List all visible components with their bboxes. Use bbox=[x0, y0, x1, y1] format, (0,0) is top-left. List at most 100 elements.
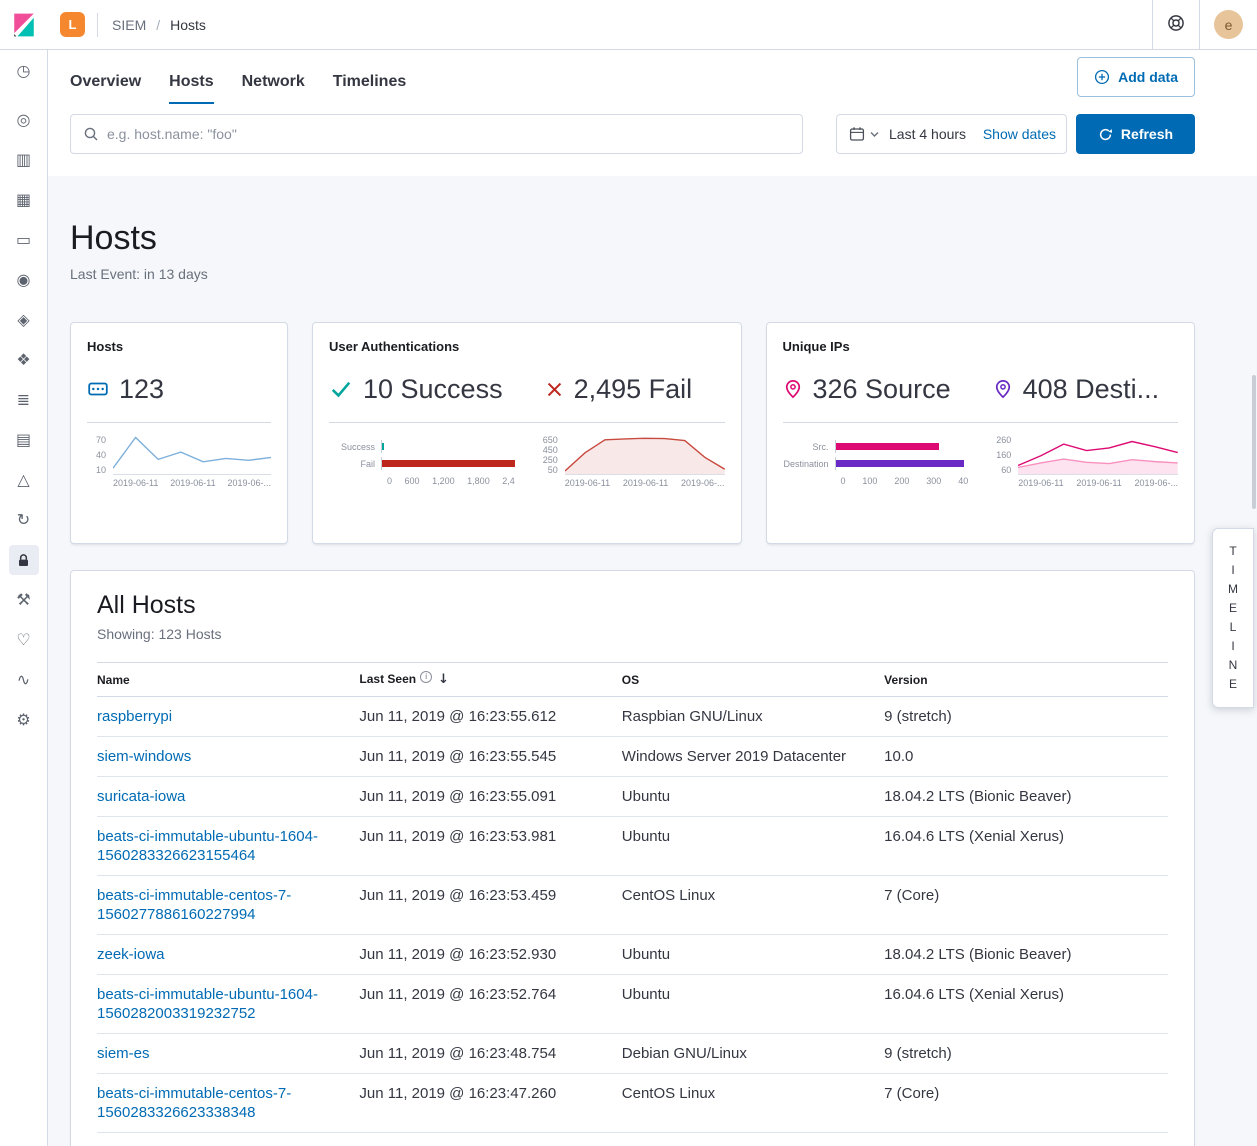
sparkline bbox=[1018, 435, 1178, 475]
nav-infrastructure[interactable]: ▤ bbox=[9, 425, 39, 455]
nav-discover[interactable]: ◎ bbox=[9, 105, 39, 135]
add-data-button[interactable]: Add data bbox=[1077, 57, 1195, 97]
os-cell: Ubuntu bbox=[622, 935, 884, 975]
refresh-button[interactable]: Refresh bbox=[1076, 114, 1195, 154]
column-header-os[interactable]: OS bbox=[622, 663, 884, 697]
timeline-toggle-button[interactable]: TIMELINE bbox=[1212, 528, 1254, 708]
scrollbar-thumb[interactable] bbox=[1252, 375, 1256, 509]
spark-row: 65045025050 bbox=[539, 435, 725, 475]
show-dates-link[interactable]: Show dates bbox=[983, 126, 1056, 142]
source-ips-count: 326 Source bbox=[813, 374, 951, 405]
column-header-last-seen[interactable]: Last Seeni↓ bbox=[359, 663, 621, 697]
nav-siem[interactable] bbox=[9, 545, 39, 575]
host-name-link[interactable]: beats-ci-immutable-centos-7-156027788616… bbox=[97, 887, 291, 923]
kibana-logo[interactable] bbox=[0, 0, 48, 49]
host-name-link[interactable]: beats-ci-immutable-ubuntu-1604-156028332… bbox=[97, 828, 318, 864]
fail-stat: 2,495 Fail bbox=[545, 374, 693, 405]
tab-hosts[interactable]: Hosts bbox=[169, 73, 213, 104]
breadcrumb-app[interactable]: SIEM bbox=[112, 17, 146, 33]
stack-monitoring-icon: ♡ bbox=[16, 632, 30, 648]
avatar[interactable]: e bbox=[1214, 10, 1243, 39]
os-cell: Raspbian GNU/Linux bbox=[622, 697, 884, 737]
host-name-link[interactable]: siem-windows bbox=[97, 748, 191, 765]
nav-uptime[interactable]: ↻ bbox=[9, 505, 39, 535]
lock-icon bbox=[16, 553, 31, 568]
nav-management[interactable]: ⚙ bbox=[9, 705, 39, 735]
machine-learning-icon: ◈ bbox=[17, 312, 29, 328]
nav-apm[interactable]: △ bbox=[9, 465, 39, 495]
nav-logs[interactable]: ≣ bbox=[9, 385, 39, 415]
host-name-link[interactable]: suricata-iowa bbox=[97, 788, 185, 805]
bar-category-label: Success bbox=[329, 442, 381, 452]
y-axis-labels: 65045025050 bbox=[539, 435, 561, 475]
host-name-link[interactable]: raspberrypi bbox=[97, 708, 172, 725]
refresh-label: Refresh bbox=[1121, 126, 1173, 142]
date-range-label[interactable]: Last 4 hours bbox=[889, 126, 975, 142]
tab-network[interactable]: Network bbox=[242, 73, 305, 104]
unique-ips-kpi-card: Unique IPs 326 Source bbox=[766, 322, 1196, 544]
version-cell: 10.0 bbox=[884, 737, 1168, 777]
host-name-link[interactable]: zeek-iowa bbox=[97, 946, 165, 963]
nav-recently-viewed[interactable]: ◷ bbox=[9, 56, 39, 86]
tab-timelines[interactable]: Timelines bbox=[333, 73, 407, 104]
tab-overview[interactable]: Overview bbox=[70, 73, 141, 104]
last-event-subtitle: Last Event: in 13 days bbox=[70, 266, 1195, 282]
last-seen-cell: Jun 11, 2019 @ 16:23:47.260 bbox=[359, 1074, 621, 1133]
management-icon: ⚙ bbox=[16, 712, 30, 728]
add-data-label: Add data bbox=[1118, 69, 1178, 85]
bar-row: Src. bbox=[783, 440, 969, 453]
nav-maps[interactable]: ◉ bbox=[9, 265, 39, 295]
help-button[interactable] bbox=[1167, 14, 1185, 35]
all-hosts-panel: All Hosts Showing: 123 Hosts Name Last S… bbox=[70, 570, 1195, 1146]
bar bbox=[836, 460, 965, 467]
sparkline bbox=[113, 435, 271, 475]
version-cell: 16.04.6 LTS (Xenial Xerus) bbox=[884, 817, 1168, 876]
host-name-link[interactable]: siem-es bbox=[97, 1045, 150, 1062]
bar-row: Destination bbox=[783, 457, 969, 470]
bar-chart: SuccessFail bbox=[329, 435, 515, 470]
nav-stack-monitoring[interactable]: ♡ bbox=[9, 625, 39, 655]
y-tick: 160 bbox=[992, 450, 1011, 460]
column-header-version[interactable]: Version bbox=[884, 663, 1168, 697]
x-axis-labels: 010020030040 bbox=[783, 476, 969, 486]
all-hosts-tbody: raspberrypiJun 11, 2019 @ 16:23:55.612Ra… bbox=[97, 697, 1168, 1133]
nav-visualize[interactable]: ▥ bbox=[9, 145, 39, 175]
host-name-link[interactable]: beats-ci-immutable-centos-7-156028332662… bbox=[97, 1085, 291, 1121]
table-row: beats-ci-immutable-ubuntu-1604-156028332… bbox=[97, 817, 1168, 876]
nav-metrics[interactable]: ∿ bbox=[9, 665, 39, 695]
all-hosts-table: Name Last Seeni↓ OS Version raspberrypiJ… bbox=[97, 662, 1168, 1133]
siem-tabs: Overview Hosts Network Timelines bbox=[70, 73, 406, 104]
y-tick: 450 bbox=[539, 445, 558, 455]
timeline-letter: M bbox=[1213, 580, 1253, 599]
nav-graph[interactable]: ❖ bbox=[9, 345, 39, 375]
host-name-link[interactable]: beats-ci-immutable-ubuntu-1604-156028200… bbox=[97, 986, 318, 1022]
version-cell: 9 (stretch) bbox=[884, 697, 1168, 737]
date-picker: Last 4 hours Show dates bbox=[836, 114, 1067, 154]
dashboard-icon: ▦ bbox=[16, 192, 31, 208]
version-cell: 7 (Core) bbox=[884, 1074, 1168, 1133]
content-header: Overview Hosts Network Timelines Add data bbox=[48, 50, 1257, 176]
dev-tools-icon: ⚒ bbox=[16, 592, 30, 608]
column-header-name[interactable]: Name bbox=[97, 663, 359, 697]
source-ips-stat: 326 Source bbox=[783, 374, 951, 405]
nav-dev-tools[interactable]: ⚒ bbox=[9, 585, 39, 615]
nav-machine-learning[interactable]: ◈ bbox=[9, 305, 39, 335]
search-input[interactable] bbox=[107, 126, 790, 142]
x-tick: 1,800 bbox=[467, 476, 490, 486]
nav-canvas[interactable]: ▭ bbox=[9, 225, 39, 255]
nav-dashboard[interactable]: ▦ bbox=[9, 185, 39, 215]
space-badge[interactable]: L bbox=[60, 12, 85, 37]
x-tick: 0 bbox=[841, 476, 846, 486]
storage-icon bbox=[87, 378, 109, 400]
x-tick: 0 bbox=[387, 476, 392, 486]
y-tick: 10 bbox=[87, 465, 106, 475]
spark-row: 26016060 bbox=[992, 435, 1178, 475]
chevron-down-icon bbox=[870, 131, 879, 138]
calendar-dropdown-button[interactable] bbox=[847, 124, 881, 144]
bar-track bbox=[835, 457, 969, 470]
x-tick: 2019-06-11 bbox=[170, 478, 215, 488]
plus-in-circle-icon bbox=[1094, 69, 1110, 85]
hosts-kpi-card: Hosts 123 7040102019-06-112019-06-112019… bbox=[70, 322, 288, 544]
timeline-letter: E bbox=[1213, 675, 1253, 694]
host-name-cell: raspberrypi bbox=[97, 697, 359, 737]
